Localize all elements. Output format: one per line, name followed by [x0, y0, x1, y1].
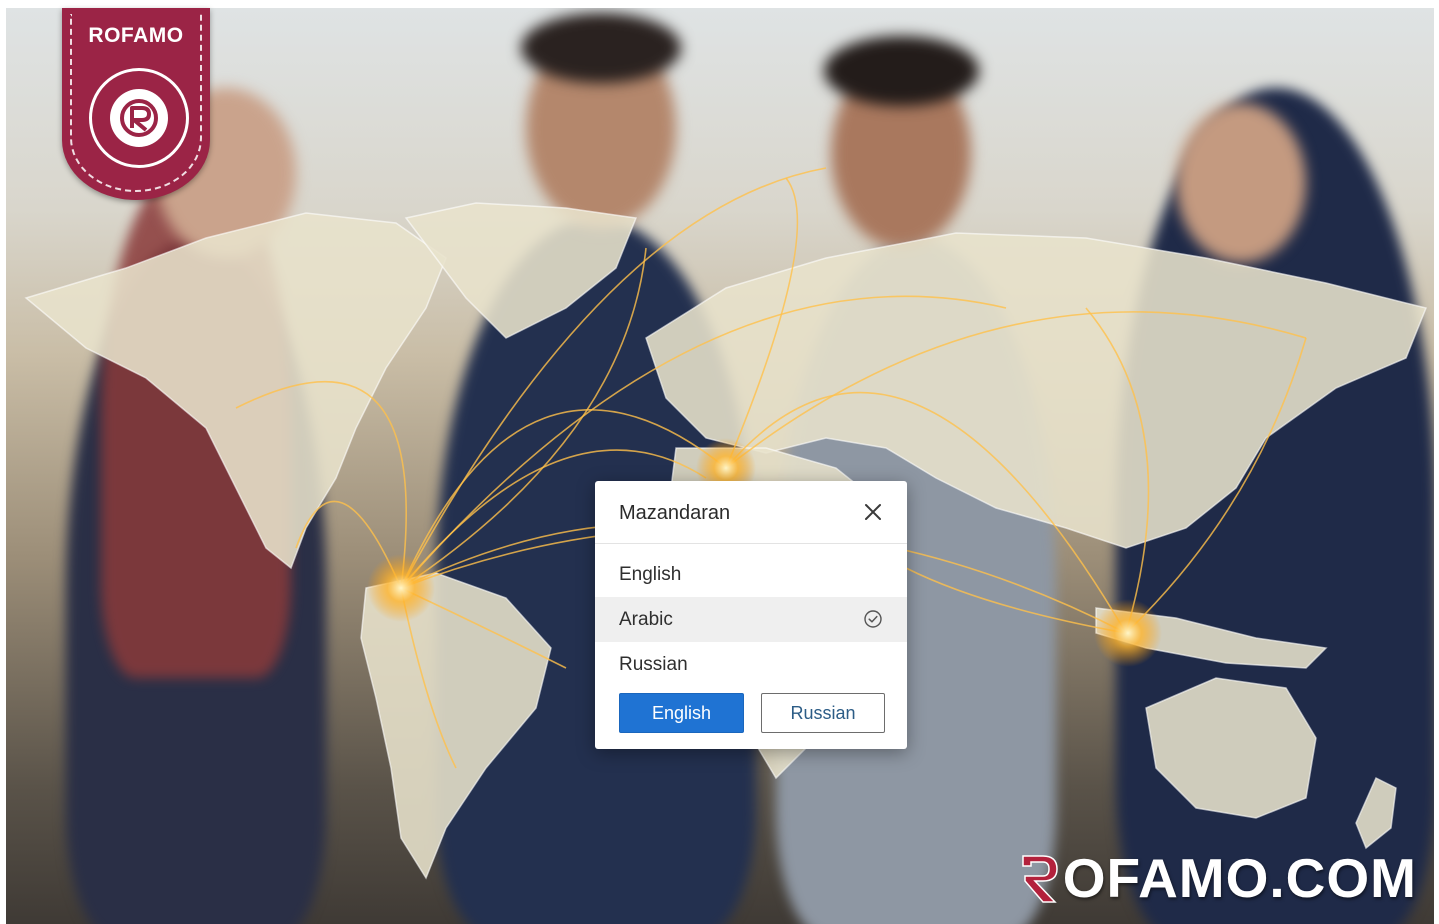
- badge-brand-name: ROFAMO: [88, 24, 184, 47]
- language-option-label: English: [619, 563, 682, 585]
- hub-glow-south-america: [367, 554, 435, 622]
- world-map-graphic: [24, 167, 1428, 880]
- background-photo: [6, 8, 1434, 924]
- close-button[interactable]: [859, 498, 887, 526]
- route-arc: [905, 567, 1127, 634]
- dialog-header: Mazandaran: [595, 481, 907, 544]
- language-option-label: Russian: [619, 653, 688, 675]
- language-option-arabic[interactable]: Arabic: [595, 597, 907, 642]
- hub-glow-indonesia: [1094, 599, 1162, 667]
- brand-badge: ROFAMO: [62, 8, 210, 200]
- new-zealand-landmass: [1355, 776, 1397, 850]
- language-dialog: Mazandaran English Arabic Russian Englis…: [595, 481, 907, 749]
- language-option-english[interactable]: English: [595, 552, 907, 597]
- russian-button[interactable]: Russian: [761, 693, 885, 733]
- close-icon: [865, 504, 881, 520]
- language-option-label: Arabic: [619, 608, 673, 630]
- australia-landmass: [1145, 677, 1317, 819]
- site-watermark: OFAMO.COM: [1017, 846, 1417, 910]
- english-button[interactable]: English: [619, 693, 744, 733]
- language-option-russian[interactable]: Russian: [595, 642, 907, 687]
- watermark-text: OFAMO.COM: [1062, 847, 1417, 909]
- badge-seal-logo: [89, 68, 189, 168]
- north-america-landmass: [24, 212, 447, 570]
- check-circle-icon: [864, 610, 882, 628]
- r-logo-mark-icon: [1021, 855, 1058, 903]
- dialog-title: Mazandaran: [619, 502, 731, 524]
- r-logo-icon: [110, 89, 168, 147]
